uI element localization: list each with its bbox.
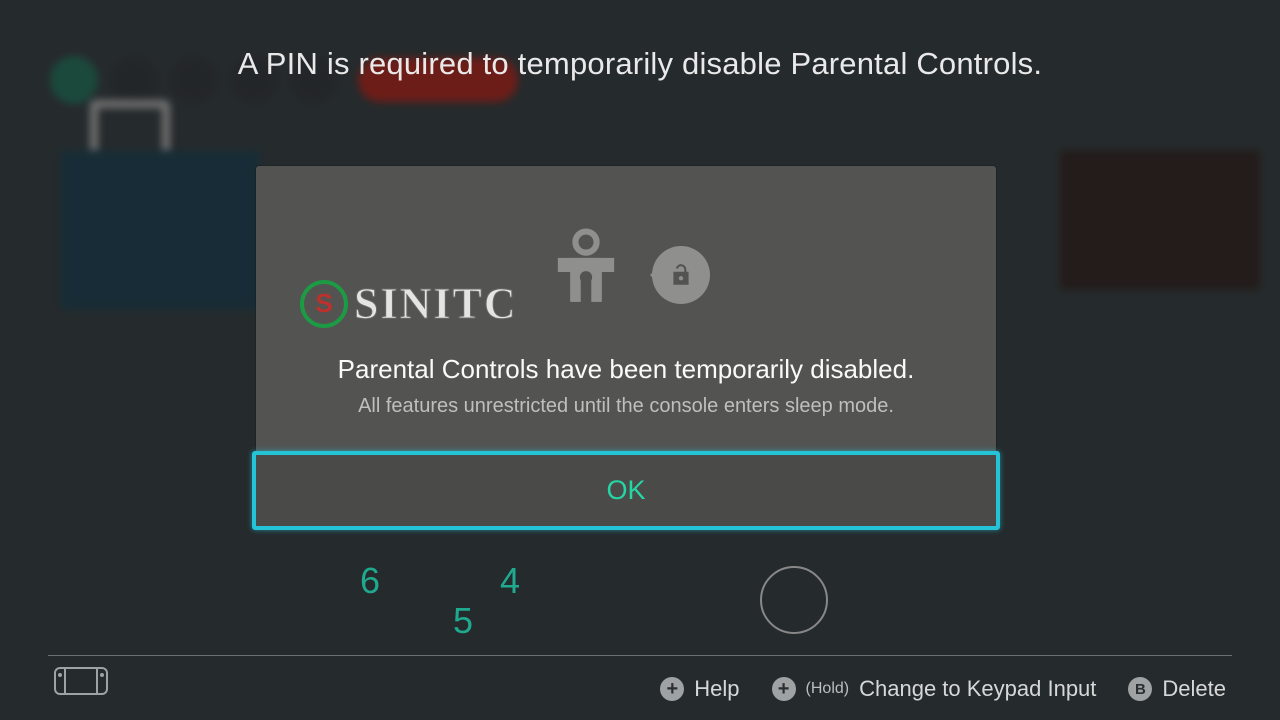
hint-label: Help xyxy=(694,676,739,702)
hint-label: Delete xyxy=(1162,676,1226,702)
confirmation-dialog: Parental Controls have been temporarily … xyxy=(256,166,996,526)
plus-icon xyxy=(660,677,684,701)
parental-person-icon xyxy=(542,228,630,316)
footer-divider xyxy=(48,655,1232,656)
button-hints: Help (Hold) Change to Keypad Input B Del… xyxy=(660,676,1226,702)
pin-selection-ring xyxy=(760,566,828,634)
controller-icon xyxy=(54,667,108,700)
unlock-icon xyxy=(668,262,694,288)
hint-prefix: (Hold) xyxy=(806,680,850,698)
dialog-icon-cluster xyxy=(296,226,956,316)
pin-wheel-digit: 5 xyxy=(453,600,473,642)
pin-wheel-digit: 4 xyxy=(500,560,520,602)
hint-label: Change to Keypad Input xyxy=(859,676,1096,702)
ok-button-label: OK xyxy=(606,475,645,506)
dialog-heading: Parental Controls have been temporarily … xyxy=(296,354,956,385)
pin-wheel: 6 5 4 xyxy=(360,560,520,602)
hint-delete[interactable]: B Delete xyxy=(1128,676,1226,702)
b-button-icon: B xyxy=(1128,677,1152,701)
ok-button[interactable]: OK xyxy=(256,454,996,526)
pin-wheel-digit: 6 xyxy=(360,560,380,602)
hint-keypad[interactable]: (Hold) Change to Keypad Input xyxy=(772,676,1097,702)
dialog-subtext: All features unrestricted until the cons… xyxy=(296,395,956,418)
plus-icon xyxy=(772,677,796,701)
hint-help[interactable]: Help xyxy=(660,676,739,702)
page-title: A PIN is required to temporarily disable… xyxy=(0,46,1280,82)
unlock-bubble-icon xyxy=(652,246,710,304)
